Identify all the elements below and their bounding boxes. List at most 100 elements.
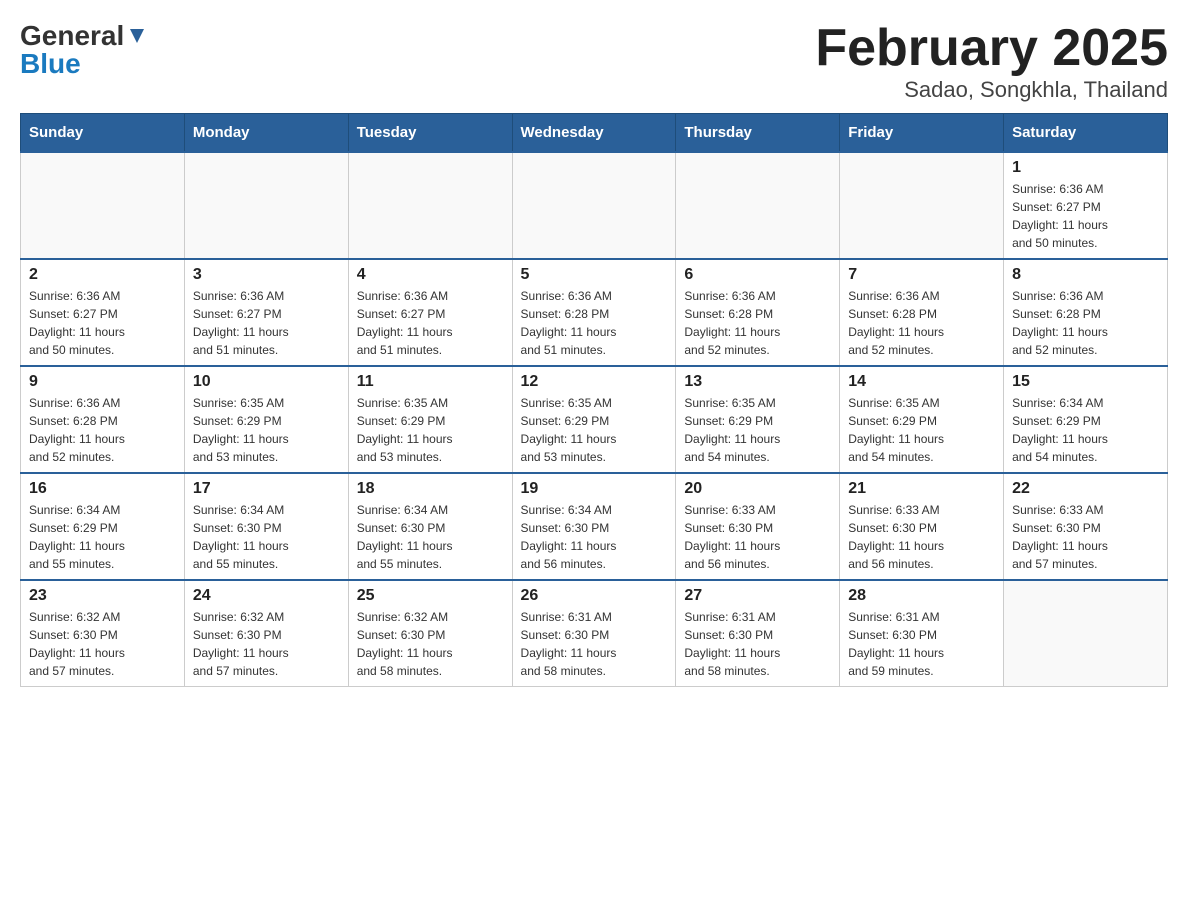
day-info: Sunrise: 6:36 AMSunset: 6:28 PMDaylight:… (29, 394, 176, 466)
day-info: Sunrise: 6:31 AMSunset: 6:30 PMDaylight:… (848, 608, 995, 680)
calendar-cell: 4 Sunrise: 6:36 AMSunset: 6:27 PMDaylight… (348, 259, 512, 366)
calendar-cell (21, 152, 185, 259)
day-info: Sunrise: 6:34 AMSunset: 6:30 PMDaylight:… (357, 501, 504, 573)
day-info: Sunrise: 6:31 AMSunset: 6:30 PMDaylight:… (684, 608, 831, 680)
calendar-cell: 27 Sunrise: 6:31 AMSunset: 6:30 PMDayligh… (676, 580, 840, 687)
day-number: 20 (684, 480, 831, 498)
day-number: 24 (193, 587, 340, 605)
week-row-2: 2 Sunrise: 6:36 AMSunset: 6:27 PMDaylight… (21, 259, 1168, 366)
calendar-cell (1004, 580, 1168, 687)
calendar-cell: 20 Sunrise: 6:33 AMSunset: 6:30 PMDayligh… (676, 473, 840, 580)
day-number: 16 (29, 480, 176, 498)
day-info: Sunrise: 6:36 AMSunset: 6:28 PMDaylight:… (521, 287, 668, 359)
day-number: 21 (848, 480, 995, 498)
day-info: Sunrise: 6:35 AMSunset: 6:29 PMDaylight:… (521, 394, 668, 466)
day-info: Sunrise: 6:36 AMSunset: 6:27 PMDaylight:… (193, 287, 340, 359)
day-info: Sunrise: 6:32 AMSunset: 6:30 PMDaylight:… (193, 608, 340, 680)
calendar-cell: 8 Sunrise: 6:36 AMSunset: 6:28 PMDaylight… (1004, 259, 1168, 366)
title-block: February 2025 Sadao, Songkhla, Thailand (815, 20, 1168, 103)
day-number: 17 (193, 480, 340, 498)
calendar-cell: 24 Sunrise: 6:32 AMSunset: 6:30 PMDayligh… (184, 580, 348, 687)
day-number: 18 (357, 480, 504, 498)
day-info: Sunrise: 6:31 AMSunset: 6:30 PMDaylight:… (521, 608, 668, 680)
calendar-cell: 26 Sunrise: 6:31 AMSunset: 6:30 PMDayligh… (512, 580, 676, 687)
day-info: Sunrise: 6:36 AMSunset: 6:27 PMDaylight:… (357, 287, 504, 359)
col-saturday: Saturday (1004, 114, 1168, 153)
calendar-cell: 7 Sunrise: 6:36 AMSunset: 6:28 PMDaylight… (840, 259, 1004, 366)
day-info: Sunrise: 6:32 AMSunset: 6:30 PMDaylight:… (357, 608, 504, 680)
day-number: 27 (684, 587, 831, 605)
col-monday: Monday (184, 114, 348, 153)
day-info: Sunrise: 6:35 AMSunset: 6:29 PMDaylight:… (193, 394, 340, 466)
calendar-cell: 15Sunrise: 6:34 AMSunset: 6:29 PMDayligh… (1004, 366, 1168, 473)
day-info: Sunrise: 6:35 AMSunset: 6:29 PMDaylight:… (848, 394, 995, 466)
page-header: General Blue February 2025 Sadao, Songkh… (20, 20, 1168, 103)
day-info: Sunrise: 6:33 AMSunset: 6:30 PMDaylight:… (848, 501, 995, 573)
day-number: 25 (357, 587, 504, 605)
day-number: 23 (29, 587, 176, 605)
day-number: 3 (193, 266, 340, 284)
calendar-cell: 9 Sunrise: 6:36 AMSunset: 6:28 PMDaylight… (21, 366, 185, 473)
week-row-3: 9 Sunrise: 6:36 AMSunset: 6:28 PMDaylight… (21, 366, 1168, 473)
logo-blue: Blue (20, 48, 81, 80)
calendar-cell: 12Sunrise: 6:35 AMSunset: 6:29 PMDayligh… (512, 366, 676, 473)
col-wednesday: Wednesday (512, 114, 676, 153)
calendar-cell: 10Sunrise: 6:35 AMSunset: 6:29 PMDayligh… (184, 366, 348, 473)
calendar-cell: 13 Sunrise: 6:35 AMSunset: 6:29 PMDayligh… (676, 366, 840, 473)
col-sunday: Sunday (21, 114, 185, 153)
day-number: 15 (1012, 373, 1159, 391)
calendar-table: Sunday Monday Tuesday Wednesday Thursday… (20, 113, 1168, 687)
logo: General Blue (20, 20, 148, 80)
logo-arrow-icon (126, 25, 148, 47)
day-number: 5 (521, 266, 668, 284)
day-number: 19 (521, 480, 668, 498)
day-info: Sunrise: 6:36 AMSunset: 6:28 PMDaylight:… (1012, 287, 1159, 359)
calendar-cell: 1 Sunrise: 6:36 AMSunset: 6:27 PMDaylight… (1004, 152, 1168, 259)
calendar-cell: 17 Sunrise: 6:34 AMSunset: 6:30 PMDayligh… (184, 473, 348, 580)
day-number: 13 (684, 373, 831, 391)
day-info: Sunrise: 6:35 AMSunset: 6:29 PMDaylight:… (684, 394, 831, 466)
calendar-cell (840, 152, 1004, 259)
calendar-cell: 22 Sunrise: 6:33 AMSunset: 6:30 PMDayligh… (1004, 473, 1168, 580)
calendar-cell: 2 Sunrise: 6:36 AMSunset: 6:27 PMDaylight… (21, 259, 185, 366)
day-info: Sunrise: 6:36 AMSunset: 6:27 PMDaylight:… (29, 287, 176, 359)
day-info: Sunrise: 6:33 AMSunset: 6:30 PMDaylight:… (684, 501, 831, 573)
day-info: Sunrise: 6:36 AMSunset: 6:27 PMDaylight:… (1012, 180, 1159, 252)
day-number: 11 (357, 373, 504, 391)
week-row-1: 1 Sunrise: 6:36 AMSunset: 6:27 PMDaylight… (21, 152, 1168, 259)
day-info: Sunrise: 6:34 AMSunset: 6:30 PMDaylight:… (193, 501, 340, 573)
day-number: 28 (848, 587, 995, 605)
calendar-cell (184, 152, 348, 259)
calendar-cell: 25 Sunrise: 6:32 AMSunset: 6:30 PMDayligh… (348, 580, 512, 687)
calendar-header-row: Sunday Monday Tuesday Wednesday Thursday… (21, 114, 1168, 153)
calendar-title: February 2025 (815, 20, 1168, 77)
day-info: Sunrise: 6:35 AMSunset: 6:29 PMDaylight:… (357, 394, 504, 466)
day-number: 2 (29, 266, 176, 284)
calendar-cell: 23 Sunrise: 6:32 AMSunset: 6:30 PMDayligh… (21, 580, 185, 687)
calendar-cell: 21 Sunrise: 6:33 AMSunset: 6:30 PMDayligh… (840, 473, 1004, 580)
calendar-cell: 5 Sunrise: 6:36 AMSunset: 6:28 PMDaylight… (512, 259, 676, 366)
week-row-4: 16 Sunrise: 6:34 AMSunset: 6:29 PMDayligh… (21, 473, 1168, 580)
day-number: 1 (1012, 159, 1159, 177)
calendar-cell: 19 Sunrise: 6:34 AMSunset: 6:30 PMDayligh… (512, 473, 676, 580)
calendar-cell (512, 152, 676, 259)
calendar-cell: 14Sunrise: 6:35 AMSunset: 6:29 PMDayligh… (840, 366, 1004, 473)
day-info: Sunrise: 6:34 AMSunset: 6:30 PMDaylight:… (521, 501, 668, 573)
col-friday: Friday (840, 114, 1004, 153)
calendar-cell: 18 Sunrise: 6:34 AMSunset: 6:30 PMDayligh… (348, 473, 512, 580)
day-number: 26 (521, 587, 668, 605)
calendar-cell (676, 152, 840, 259)
col-thursday: Thursday (676, 114, 840, 153)
day-number: 7 (848, 266, 995, 284)
day-number: 9 (29, 373, 176, 391)
day-number: 8 (1012, 266, 1159, 284)
day-info: Sunrise: 6:34 AMSunset: 6:29 PMDaylight:… (29, 501, 176, 573)
day-info: Sunrise: 6:36 AMSunset: 6:28 PMDaylight:… (684, 287, 831, 359)
day-info: Sunrise: 6:33 AMSunset: 6:30 PMDaylight:… (1012, 501, 1159, 573)
day-number: 22 (1012, 480, 1159, 498)
day-number: 6 (684, 266, 831, 284)
calendar-cell: 11 Sunrise: 6:35 AMSunset: 6:29 PMDayligh… (348, 366, 512, 473)
day-info: Sunrise: 6:36 AMSunset: 6:28 PMDaylight:… (848, 287, 995, 359)
day-info: Sunrise: 6:32 AMSunset: 6:30 PMDaylight:… (29, 608, 176, 680)
day-number: 4 (357, 266, 504, 284)
